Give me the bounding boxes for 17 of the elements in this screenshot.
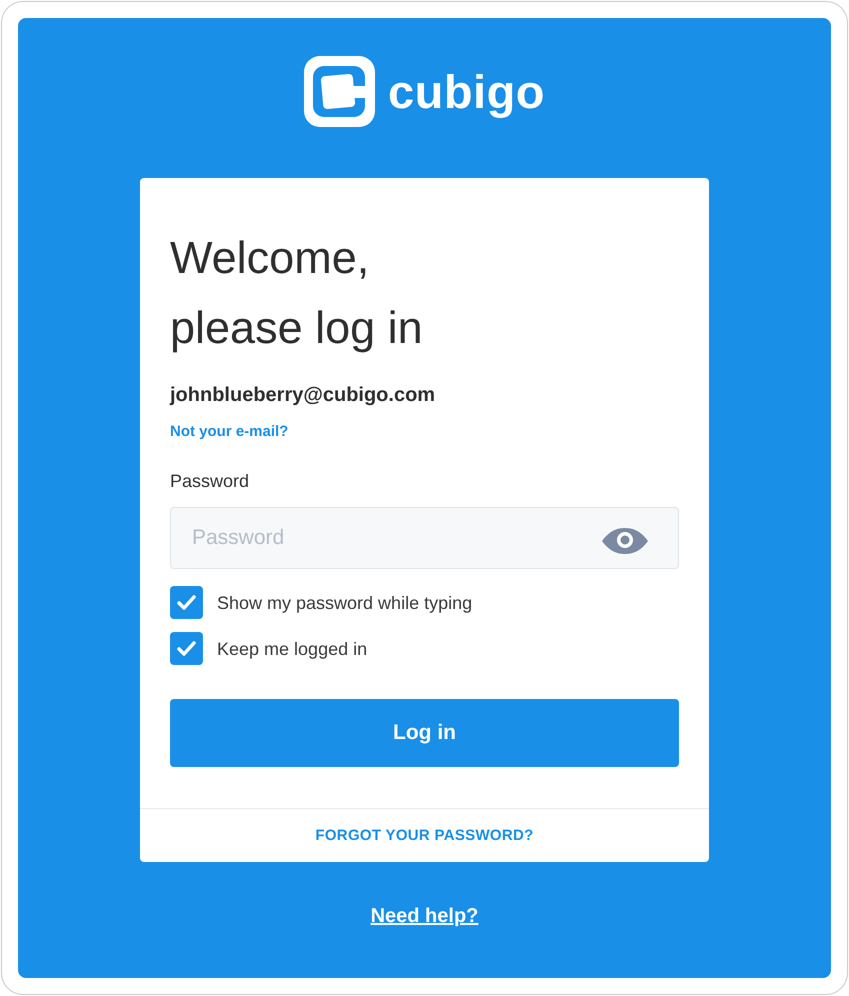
logo-icon — [304, 56, 375, 127]
welcome-heading: Welcome, please log in — [170, 231, 423, 355]
checkbox-label: Keep me logged in — [217, 638, 368, 660]
checkbox-label: Show my password while typing — [217, 592, 472, 614]
login-button[interactable]: Log in — [170, 699, 679, 767]
help-link[interactable]: Need help? — [370, 902, 478, 930]
email-text: johnblueberry@cubigo.com — [170, 383, 436, 408]
checkmark-icon — [177, 595, 196, 610]
checkmark-icon — [177, 641, 196, 656]
change-email-link[interactable]: Not your e-mail? — [170, 422, 288, 442]
eye-icon[interactable] — [602, 528, 648, 554]
password-field[interactable]: Password — [170, 507, 679, 569]
forgot-password-link[interactable]: FORGOT YOUR PASSWORD? — [315, 826, 534, 846]
checkbox[interactable] — [170, 632, 203, 665]
password-label: Password — [170, 470, 250, 493]
logo-text: cubigo — [388, 64, 546, 120]
checkbox[interactable] — [170, 586, 203, 619]
